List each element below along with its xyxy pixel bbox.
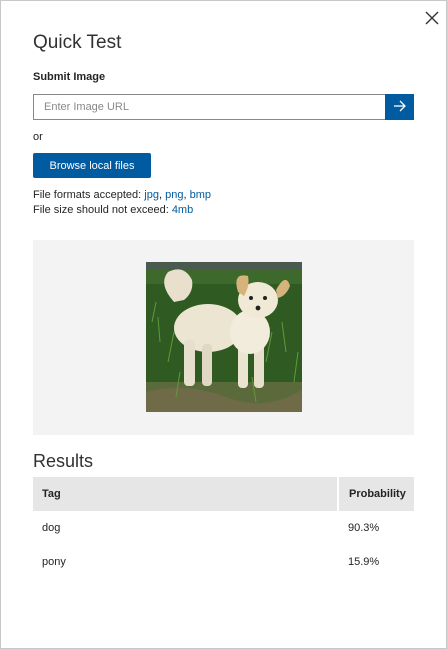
or-separator: or bbox=[33, 131, 43, 143]
file-formats-prefix: File formats accepted: bbox=[33, 189, 145, 201]
dog-photo bbox=[146, 262, 302, 412]
probability-cell: 90.3% bbox=[348, 522, 380, 534]
column-header-tag[interactable]: Tag bbox=[33, 477, 337, 511]
table-row: dog 90.3% bbox=[33, 511, 414, 545]
file-size-prefix: File size should not exceed: bbox=[33, 204, 172, 216]
arrow-right-icon bbox=[393, 100, 407, 115]
browse-local-files-button[interactable]: Browse local files bbox=[33, 153, 151, 178]
dialog-title: Quick Test bbox=[33, 32, 122, 53]
image-url-input[interactable] bbox=[33, 94, 385, 120]
format-png-link[interactable]: png bbox=[165, 189, 183, 201]
results-title: Results bbox=[33, 451, 94, 471]
probability-cell: 15.9% bbox=[348, 556, 380, 568]
file-formats-info: File formats accepted: jpg, png, bmp bbox=[33, 189, 211, 201]
quick-test-panel: Quick Test Submit Image or Browse local … bbox=[0, 0, 447, 649]
format-bmp-link[interactable]: bmp bbox=[190, 189, 211, 201]
image-preview-area bbox=[33, 240, 414, 435]
results-table: Tag Probability dog 90.3% pony 15.9% bbox=[33, 477, 414, 579]
submit-image-label: Submit Image bbox=[33, 71, 106, 83]
tag-cell: dog bbox=[42, 522, 61, 534]
format-jpg-link[interactable]: jpg bbox=[144, 189, 159, 201]
url-input-row bbox=[33, 94, 414, 120]
submit-url-button[interactable] bbox=[385, 94, 414, 120]
results-table-header: Tag Probability bbox=[33, 477, 414, 511]
column-header-probability[interactable]: Probability bbox=[339, 477, 414, 511]
file-size-limit: 4mb bbox=[171, 204, 194, 216]
tag-cell: pony bbox=[42, 556, 66, 568]
file-size-info: File size should not exceed: 4mb bbox=[33, 204, 193, 216]
close-icon[interactable] bbox=[422, 8, 442, 28]
table-row: pony 15.9% bbox=[33, 545, 414, 579]
